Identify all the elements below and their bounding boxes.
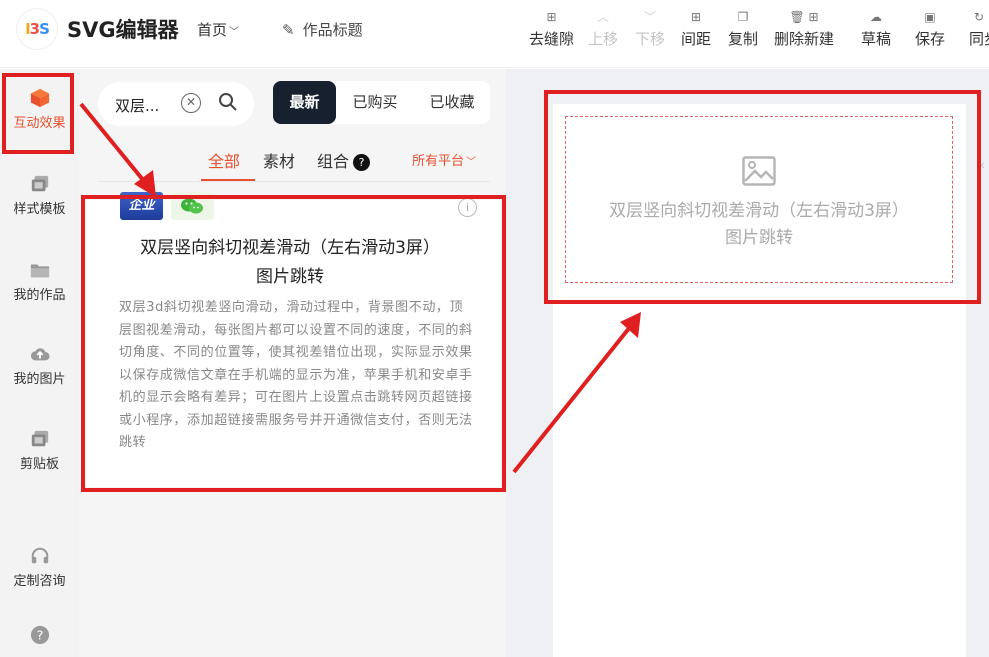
wechat-icon (181, 198, 203, 214)
cloud-icon: ☁ (870, 10, 882, 24)
rail-item-label: 样式模板 (13, 202, 66, 217)
info-icon[interactable]: i (458, 198, 477, 217)
rail-item-custom-consult[interactable]: 定制咨询 (0, 546, 79, 589)
filter-tab-combo-label: 组合 (317, 152, 350, 171)
work-title-field[interactable]: ✎ 作品标题 (282, 19, 363, 40)
card-description: 双层3d斜切视差竖向滑动，滑动过程中，背景图不动，顶层图视差滑动，每张图片都可以… (119, 300, 473, 450)
toolbar-label: 保存 (915, 30, 946, 48)
tab-purchased[interactable]: 已购买 (339, 81, 411, 124)
toolbar-label: 复制 (728, 30, 759, 48)
toolbar-label: 去缝隙 (529, 30, 575, 48)
divider (98, 181, 490, 182)
work-title-label: 作品标题 (302, 21, 363, 39)
toolbar-move-up-button[interactable]: ︿ 上移 (588, 6, 618, 49)
toolbar-copy-button[interactable]: ❐ 复制 (728, 6, 758, 49)
rail-item-label: 剪贴板 (19, 457, 59, 472)
card-title-line1: 双层竖向斜切视差滑动（左右滑动3屏） (140, 238, 440, 258)
filter-tab-materials[interactable]: 素材 (263, 148, 295, 172)
card-title: 双层竖向斜切视差滑动（左右滑动3屏） 图片跳转 (120, 234, 460, 292)
toolbar-label: 草稿 (861, 30, 892, 48)
rail-item-label: 我的图片 (13, 372, 66, 387)
save-icon: ▣ (924, 10, 936, 24)
home-menu-label: 首页 (197, 21, 228, 39)
chevron-down-icon: ﹀ (644, 10, 657, 24)
filter-tab-combo[interactable]: 组合? (317, 148, 371, 172)
rail-item-clipboard[interactable]: 剪贴板 (0, 429, 79, 472)
copy-icon: ❐ (737, 10, 749, 24)
app-logo: I3S (17, 9, 57, 49)
spacing-icon: ⊞ (690, 10, 702, 24)
top-bar: I3S SVG编辑器 首页 ﹀ ✎ 作品标题 ⊞ 去缝隙 ︿ 上移 ﹀ 下移 ⊞ 间… (0, 0, 989, 68)
clipboard-icon (31, 430, 48, 447)
help-icon[interactable]: ? (353, 154, 371, 171)
rail-item-label: 我的作品 (13, 288, 66, 303)
platform-filter[interactable]: 所有平台 ﹀ (412, 150, 476, 169)
clear-icon[interactable]: ✕ (181, 93, 201, 113)
template-icon (31, 175, 48, 192)
folder-icon (30, 264, 49, 278)
grid-icon: ⊞ (546, 10, 557, 24)
platform-filter-label: 所有平台 (412, 154, 465, 169)
chevron-down-icon: ﹀ (466, 157, 477, 168)
collapse-panel-icon[interactable]: ‹ (980, 158, 985, 172)
editor-root: I3S SVG编辑器 首页 ﹀ ✎ 作品标题 ⊞ 去缝隙 ︿ 上移 ﹀ 下移 ⊞ 间… (0, 0, 989, 657)
card-title-line2: 图片跳转 (256, 267, 324, 287)
chevron-down-icon: ﹀ (229, 27, 240, 38)
sort-tabs: 最新 已购买 已收藏 (273, 81, 490, 124)
placeholder-line1: 双层竖向斜切视差滑动（左右滑动3屏） (609, 201, 909, 221)
sync-icon: ↻ (973, 10, 985, 24)
search-input[interactable]: 双层... (115, 95, 159, 116)
rail-item-my-images[interactable]: 我的图片 (0, 344, 79, 387)
toolbar-label: 删除新建 (774, 30, 835, 48)
rail-item-interactive-effects[interactable]: 互动效果 (0, 88, 79, 131)
filter-tab-all[interactable]: 全部 (208, 148, 240, 172)
tab-latest[interactable]: 最新 (273, 81, 336, 124)
toolbar-save-button[interactable]: ▣ 保存 (915, 6, 945, 49)
toolbar-move-down-button[interactable]: ﹀ 下移 (635, 6, 665, 49)
chevron-up-icon: ︿ (597, 10, 610, 24)
tab-favorites[interactable]: 已收藏 (416, 81, 488, 124)
cloud-upload-icon (30, 348, 50, 361)
home-menu[interactable]: 首页 ﹀ (197, 19, 239, 40)
toolbar-label: 下移 (635, 30, 666, 48)
toolbar-label: 同步 (969, 30, 989, 48)
app-title: SVG编辑器 (67, 18, 179, 42)
headset-icon (31, 547, 48, 564)
cube-icon (30, 88, 49, 108)
edit-icon: ✎ (282, 21, 295, 39)
wechat-badge (171, 192, 214, 220)
rail-item-my-works[interactable]: 我的作品 (0, 260, 79, 303)
toolbar-draft-button[interactable]: ☁ 草稿 (861, 6, 891, 49)
toolbar-sync-button[interactable]: ↻ 同步 (969, 6, 989, 49)
toolbar-label: 上移 (588, 30, 619, 48)
svg-text:?: ? (36, 628, 43, 643)
rail-item-label: 定制咨询 (13, 574, 66, 589)
rail-item-help[interactable]: ? (0, 625, 79, 649)
placeholder-text: 双层竖向斜切视差滑动（左右滑动3屏） 图片跳转 (565, 198, 953, 252)
help-icon: ? (30, 625, 49, 645)
toolbar-delete-new-button[interactable]: 🗑 ⊞ 删除新建 (774, 6, 834, 49)
toolbar-remove-gap-button[interactable]: ⊞ 去缝隙 (529, 6, 574, 49)
rail-item-label: 互动效果 (13, 116, 66, 131)
toolbar-label: 间距 (681, 30, 712, 48)
search-box[interactable]: 双层... ✕ (98, 82, 254, 126)
image-icon (742, 156, 776, 186)
placeholder-line2: 图片跳转 (725, 228, 793, 248)
enterprise-badge: 企业 (120, 192, 163, 220)
search-icon[interactable] (218, 92, 238, 112)
toolbar-spacing-button[interactable]: ⊞ 间距 (681, 6, 711, 49)
delete-new-icon: 🗑 ⊞ (789, 10, 819, 24)
rail-item-templates[interactable]: 样式模板 (0, 174, 79, 217)
